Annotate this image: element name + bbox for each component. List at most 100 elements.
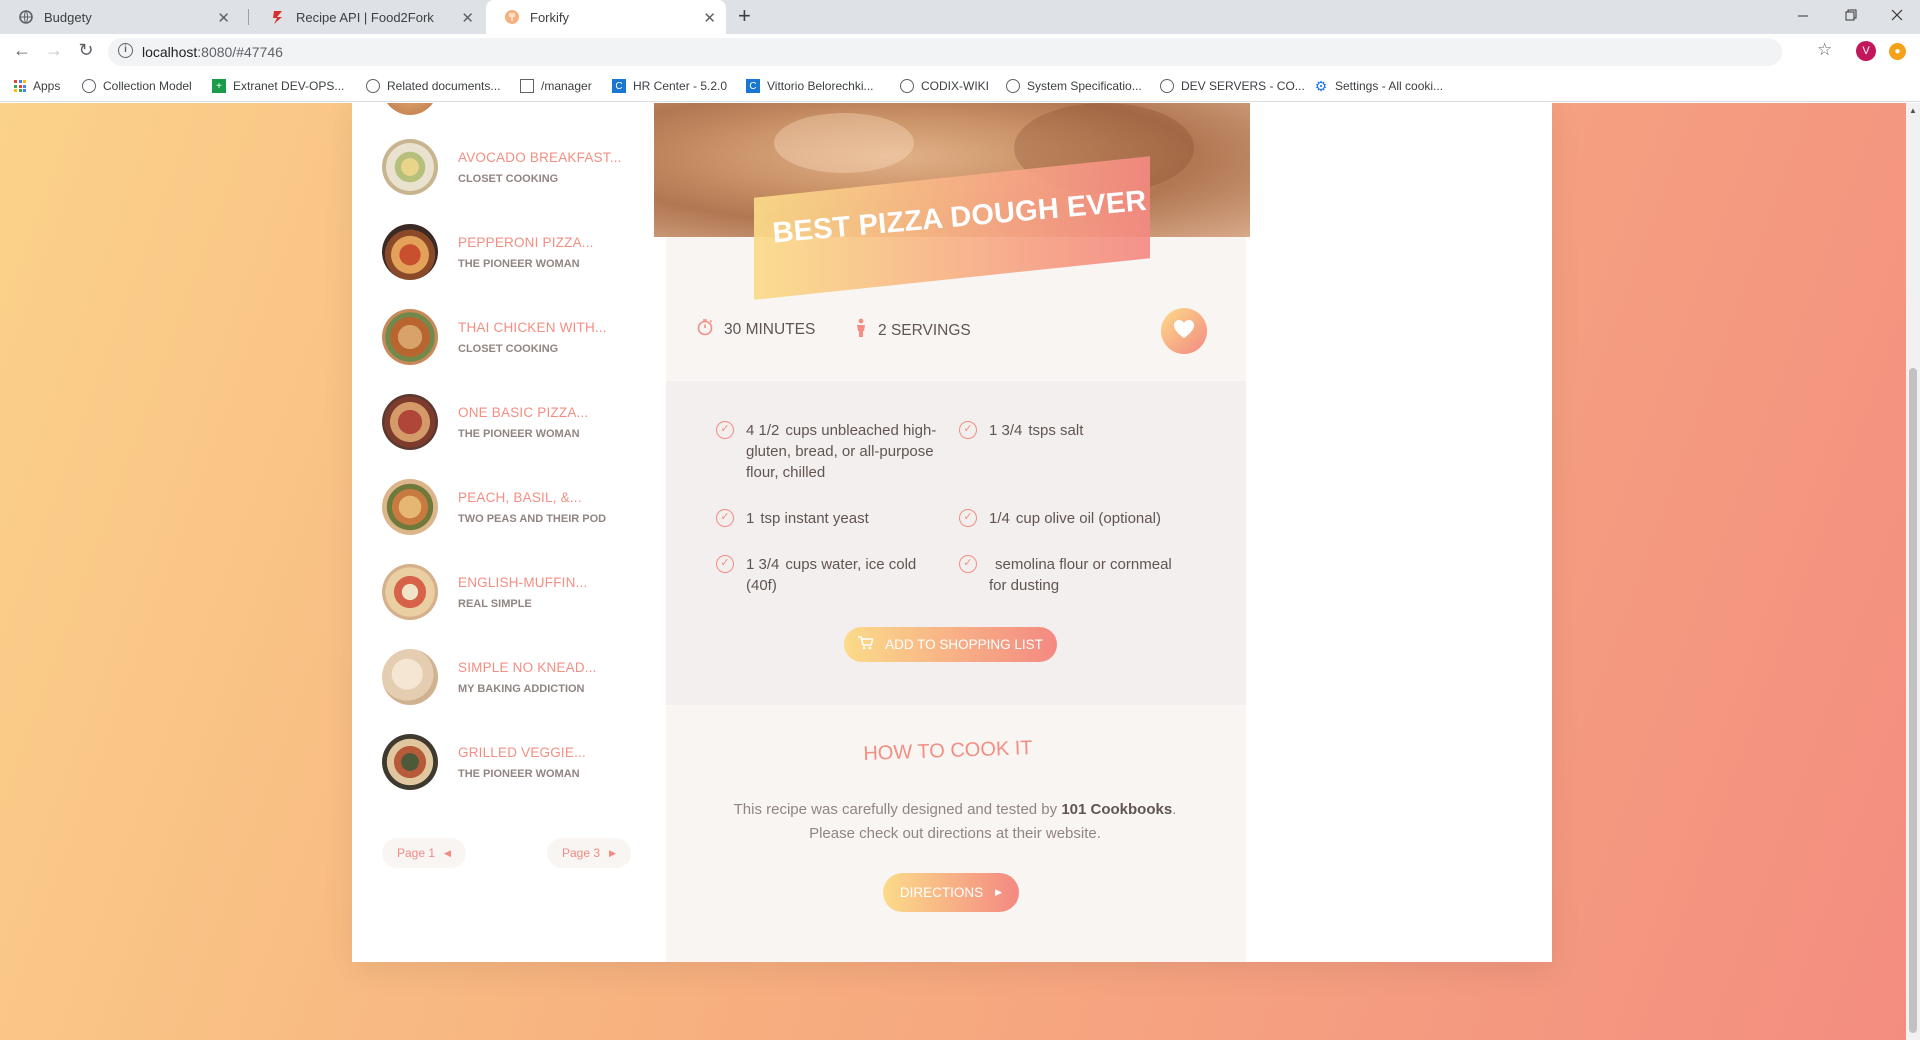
person-icon bbox=[854, 318, 868, 343]
result-publisher: Two Peas and Their Pod bbox=[458, 512, 607, 525]
result-item[interactable]: Grilled Veggie... The Pioneer Woman bbox=[382, 734, 586, 790]
bookmark-label: Related documents... bbox=[387, 79, 501, 93]
bookmark-apps[interactable]: Apps bbox=[14, 70, 60, 102]
ingredient-item: ✓ semolina flour or cornmeal for dusting bbox=[959, 554, 1189, 596]
globe-icon bbox=[82, 79, 96, 93]
url-host: localhost bbox=[142, 44, 198, 60]
codix-c-icon: C bbox=[746, 79, 760, 93]
close-window-button[interactable] bbox=[1874, 0, 1920, 30]
result-item[interactable]: Thai Chicken With... Closet Cooking bbox=[382, 309, 607, 365]
recipe-thumbnail bbox=[382, 139, 438, 195]
back-arrow-icon[interactable]: ← bbox=[10, 40, 34, 61]
recipe-servings-value: 2 bbox=[878, 321, 887, 339]
bookmark-label: Extranet DEV-OPS... bbox=[233, 79, 345, 93]
address-bar[interactable]: i localhost:8080/#47746 bbox=[108, 38, 1782, 66]
bookmark-label: Collection Model bbox=[103, 79, 192, 93]
app-container: Avocado Breakfast... Closet Cooking Peppe… bbox=[352, 103, 1552, 962]
bookmark-system-specification[interactable]: System Specificatio... bbox=[1006, 70, 1142, 102]
bookmark-settings[interactable]: ⚙ Settings - All cooki... bbox=[1314, 70, 1443, 102]
stopwatch-icon bbox=[696, 318, 714, 341]
ingredient-text: tsp instant yeast bbox=[760, 510, 869, 527]
forward-arrow-icon[interactable]: → bbox=[42, 40, 66, 61]
next-page-button[interactable]: Page 3 ▶ bbox=[547, 838, 631, 868]
add-to-shopping-list-button[interactable]: Add to shopping list bbox=[844, 627, 1057, 662]
search-results-panel: Avocado Breakfast... Closet Cooking Peppe… bbox=[352, 103, 666, 962]
profile-avatar[interactable]: V bbox=[1856, 41, 1876, 61]
globe-icon bbox=[1160, 79, 1174, 93]
minimize-button[interactable] bbox=[1780, 0, 1826, 30]
ingredient-text: semolina flour or cornmeal for dusting bbox=[989, 556, 1172, 594]
url-text: localhost:8080/#47746 bbox=[142, 44, 283, 60]
heart-icon bbox=[1173, 318, 1195, 345]
extension-icon[interactable]: ● bbox=[1889, 43, 1906, 60]
page-scrollbar[interactable]: ▲ bbox=[1906, 103, 1920, 1040]
scrollbar-thumb[interactable] bbox=[1909, 368, 1917, 1033]
bookmark-label: CODIX-WIKI bbox=[921, 79, 989, 93]
bookmark-label: Vittorio Belorechki... bbox=[767, 79, 874, 93]
gear-icon: ⚙ bbox=[1314, 77, 1328, 94]
like-button[interactable] bbox=[1161, 308, 1207, 354]
bookmark-extranet[interactable]: + Extranet DEV-OPS... bbox=[212, 70, 344, 102]
close-tab-icon[interactable]: ✕ bbox=[217, 9, 230, 27]
result-item[interactable]: Simple No Knead... My Baking Addiction bbox=[382, 649, 597, 705]
reload-icon[interactable]: ↻ bbox=[74, 40, 98, 61]
result-item[interactable]: Peach, Basil, &... Two Peas and Their Pod bbox=[382, 479, 606, 535]
tab-title: Budgety bbox=[44, 9, 92, 25]
recipe-time-unit: minutes bbox=[745, 320, 816, 338]
bookmark-codix-wiki[interactable]: CODIX-WIKI bbox=[900, 70, 989, 102]
close-tab-icon[interactable]: ✕ bbox=[461, 9, 474, 27]
ingredient-item: ✓ 1/4 cup olive oil (optional) bbox=[959, 508, 1189, 529]
forkify-icon bbox=[504, 9, 520, 25]
prev-page-label: Page 1 bbox=[397, 846, 436, 860]
add-to-shopping-list-label: Add to shopping list bbox=[885, 637, 1043, 652]
site-info-icon[interactable]: i bbox=[118, 43, 133, 58]
recipe-thumbnail bbox=[382, 649, 438, 705]
prev-page-button[interactable]: Page 1 ◀ bbox=[382, 838, 466, 868]
tab-budgety[interactable]: Budgety ✕ bbox=[0, 0, 240, 34]
bookmark-dev-servers[interactable]: DEV SERVERS - CO... bbox=[1160, 70, 1305, 102]
tab-food2fork[interactable]: Recipe API | Food2Fork ✕ bbox=[252, 0, 484, 34]
result-item[interactable]: Avocado Breakfast... Closet Cooking bbox=[382, 139, 622, 195]
bookmark-manager[interactable]: /manager bbox=[520, 70, 592, 102]
ingredient-text: tsps salt bbox=[1028, 422, 1084, 439]
ingredient-item: ✓ 1 tsp instant yeast bbox=[716, 508, 946, 529]
bookmark-hr-center[interactable]: C HR Center - 5.2.0 bbox=[612, 70, 727, 102]
recipe-thumbnail bbox=[382, 309, 438, 365]
bookmark-collection-model[interactable]: Collection Model bbox=[82, 70, 192, 102]
result-publisher: The Pioneer Woman bbox=[458, 257, 580, 270]
howto-description: This recipe was carefully designed and t… bbox=[712, 798, 1198, 846]
check-icon: ✓ bbox=[959, 555, 977, 573]
bookmark-vittorio[interactable]: C Vittorio Belorechki... bbox=[746, 70, 874, 102]
result-item[interactable]: Pepperoni Pizza... The Pioneer Woman bbox=[382, 224, 594, 280]
close-tab-icon[interactable]: ✕ bbox=[703, 9, 716, 27]
recipe-thumbnail bbox=[382, 103, 438, 115]
recipe-servings-unit: servings bbox=[890, 321, 971, 339]
check-icon: ✓ bbox=[959, 509, 977, 527]
bookmark-label: HR Center - 5.2.0 bbox=[633, 79, 728, 93]
globe-icon bbox=[18, 9, 34, 25]
ingredient-text: cup olive oil (optional) bbox=[1015, 510, 1161, 527]
directions-label: Directions bbox=[899, 885, 984, 900]
triangle-right-icon: ▶ bbox=[609, 847, 616, 858]
scroll-up-arrow-icon[interactable]: ▲ bbox=[1909, 106, 1917, 115]
directions-button[interactable]: Directions ▶ bbox=[883, 873, 1019, 912]
browser-toolbar: ← → ↻ i localhost:8080/#47746 bbox=[0, 34, 1920, 70]
result-title: Pepperoni Pizza... bbox=[458, 234, 594, 250]
result-publisher: Closet Cooking bbox=[458, 342, 559, 355]
tab-forkify[interactable]: Forkify ✕ bbox=[486, 0, 726, 34]
bookmark-label: DEV SERVERS - CO... bbox=[1181, 79, 1305, 93]
ingredient-quantity: 4 1/2 bbox=[746, 422, 780, 439]
restore-button[interactable] bbox=[1828, 0, 1874, 30]
result-item[interactable]: English-Muffin... Real Simple bbox=[382, 564, 587, 620]
food2fork-icon bbox=[270, 9, 286, 25]
result-item[interactable]: One Basic Pizza... The Pioneer Woman bbox=[382, 394, 588, 450]
cart-icon bbox=[858, 636, 875, 653]
recipe-time-value: 30 bbox=[724, 320, 742, 338]
globe-icon bbox=[900, 79, 914, 93]
result-title: English-Muffin... bbox=[458, 574, 588, 590]
new-tab-button[interactable]: + bbox=[738, 3, 751, 29]
bookmark-related-documents[interactable]: Related documents... bbox=[366, 70, 500, 102]
next-page-label: Page 3 bbox=[562, 846, 601, 860]
bookmark-star-icon[interactable]: ☆ bbox=[1817, 40, 1832, 60]
triangle-left-icon: ◀ bbox=[444, 847, 451, 858]
